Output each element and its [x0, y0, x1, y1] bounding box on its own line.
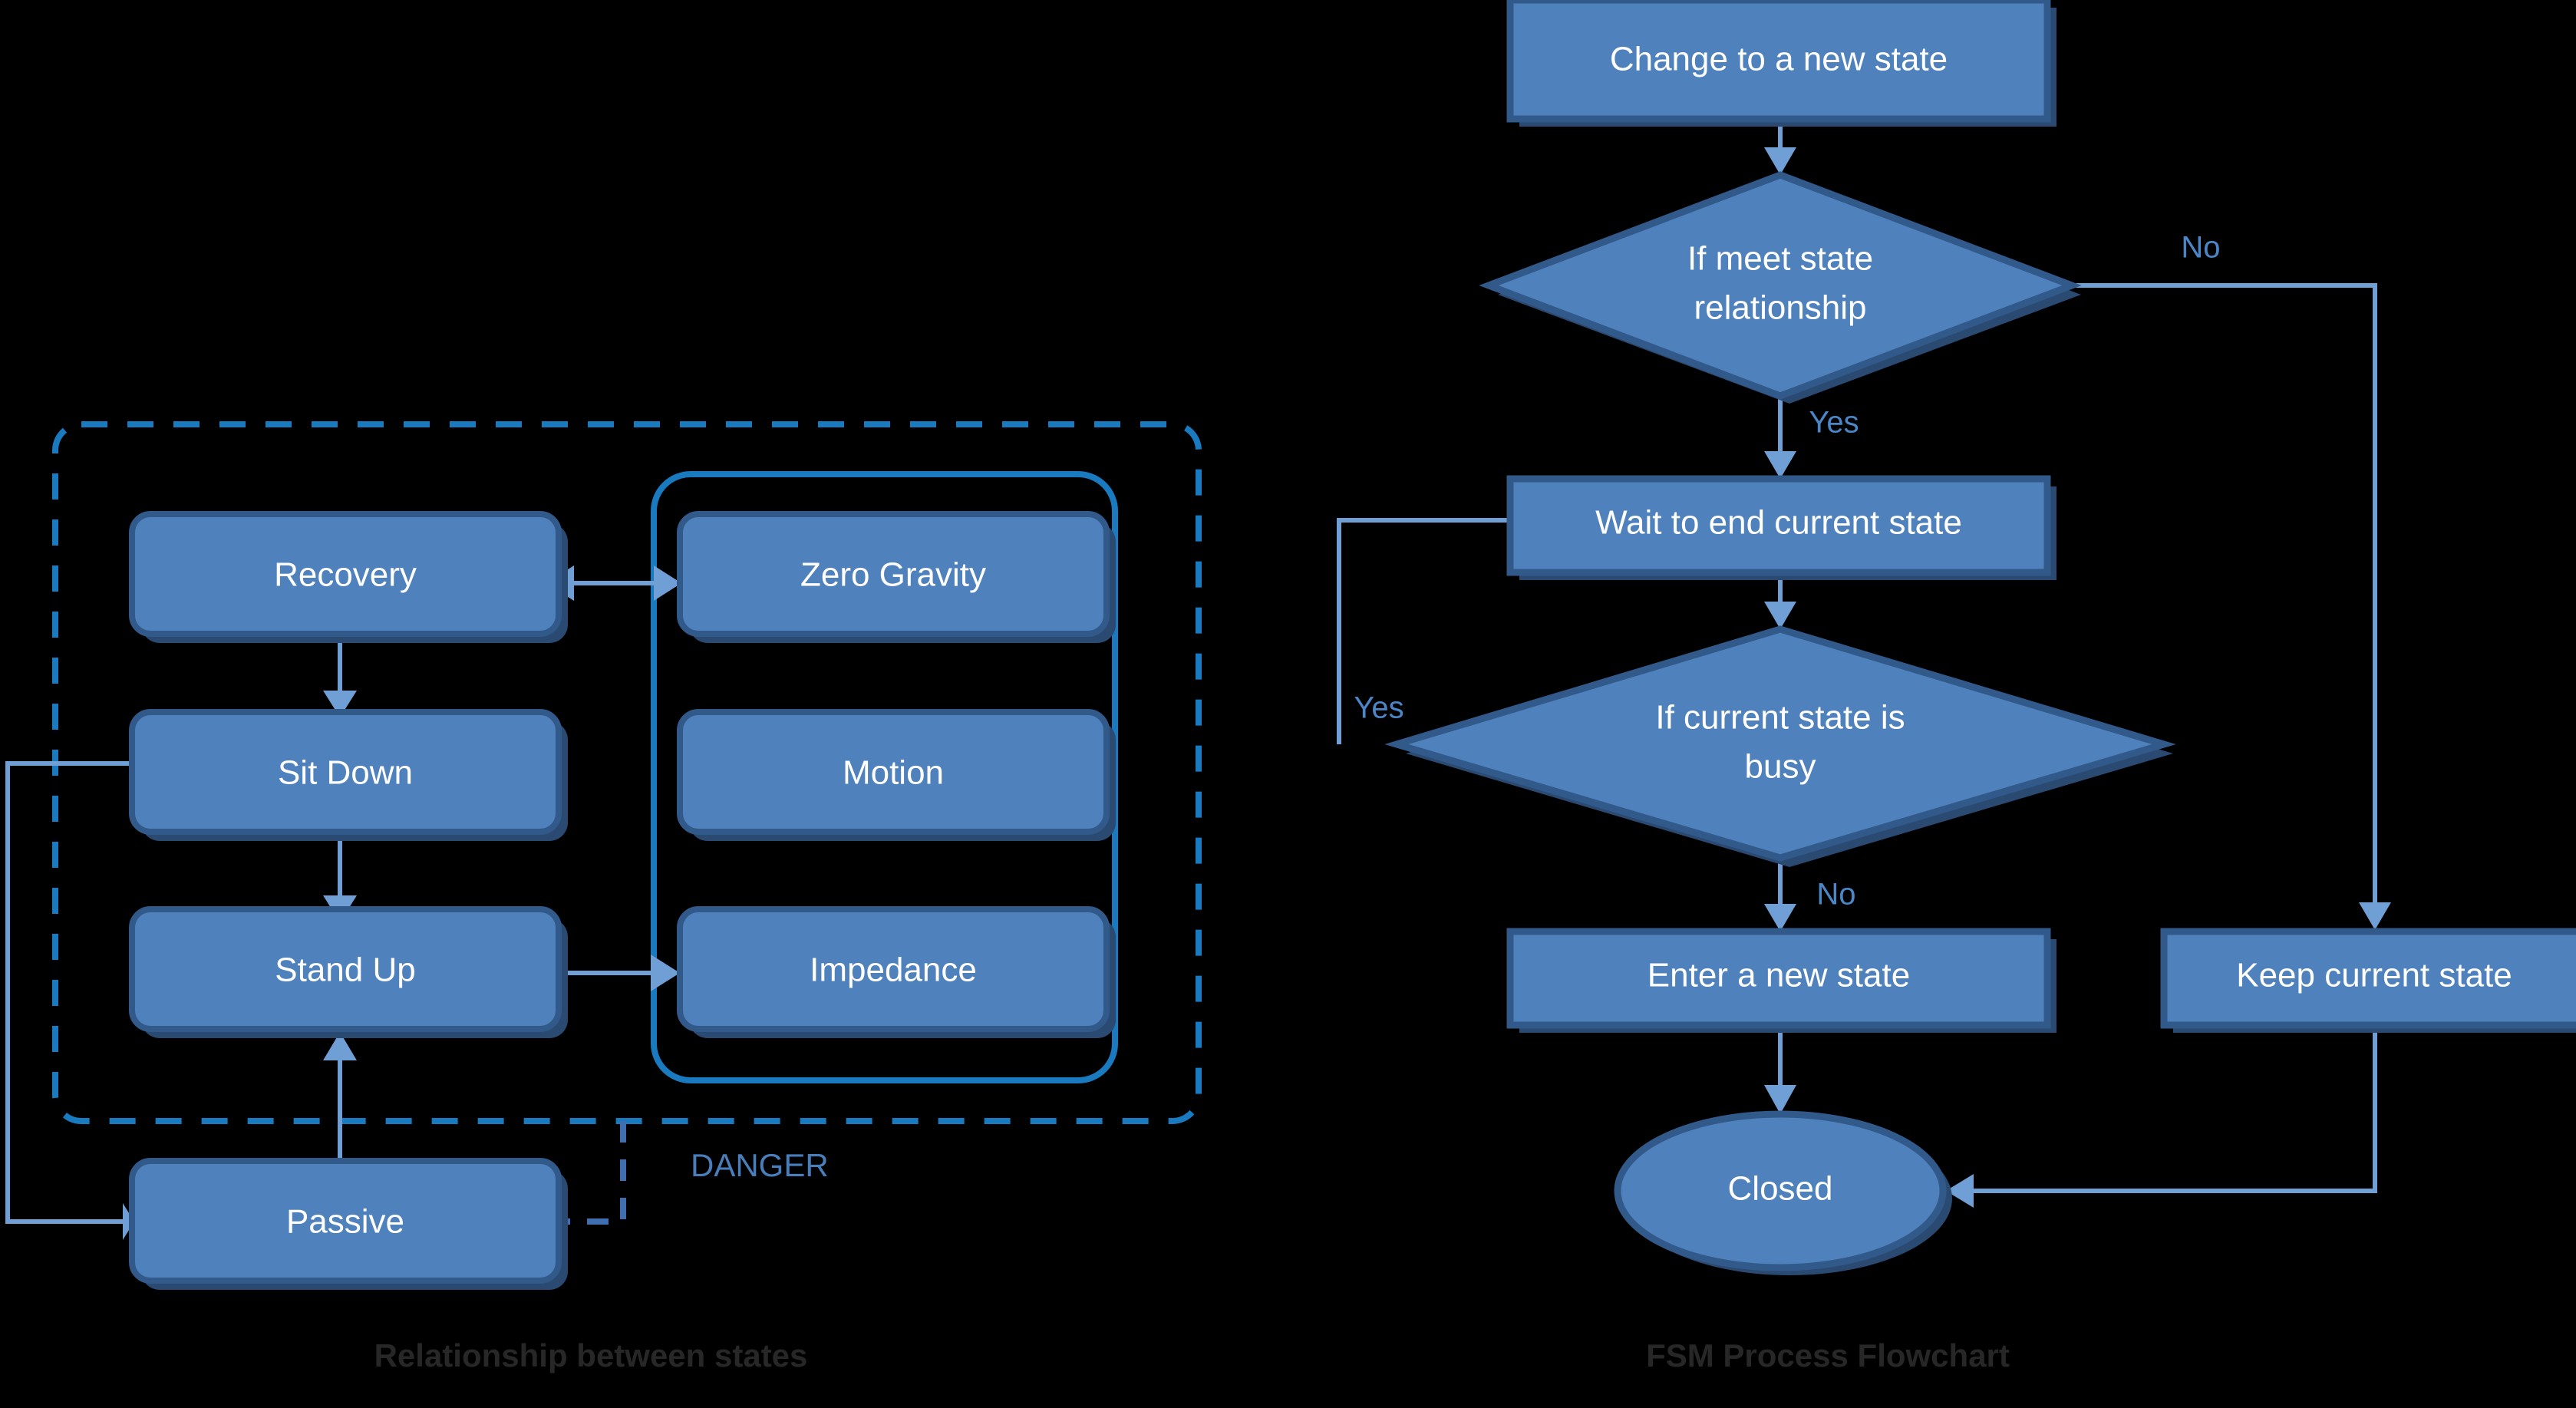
node-impedance-label: Impedance [810, 951, 977, 989]
edge-meet-no-keep: No [2072, 231, 2391, 930]
node-zero-gravity[interactable]: Zero Gravity [677, 511, 1116, 643]
edge-standup-impedance [551, 955, 680, 991]
node-wait-end[interactable]: Wait to end current state [1506, 475, 2057, 580]
node-motion[interactable]: Motion [677, 709, 1116, 841]
relationship-panel: Recovery Sit Down Stand Up Passive Zero … [5, 421, 1202, 1373]
node-sit-down-label: Sit Down [278, 754, 413, 792]
node-zero-gravity-label: Zero Gravity [800, 556, 986, 594]
node-meet-relation-label-line1: If meet state [1687, 240, 1873, 278]
edge-label-yes-meet: Yes [1809, 406, 1859, 440]
node-passive-label: Passive [286, 1203, 404, 1241]
edge-enter-to-closed [1764, 1028, 1796, 1114]
diagram-canvas: Recovery Sit Down Stand Up Passive Zero … [0, 0, 2576, 1408]
node-is-busy-label-line1: If current state is [1655, 699, 1905, 737]
edge-change-to-meet [1764, 119, 1796, 175]
node-stand-up[interactable]: Stand Up [129, 906, 568, 1038]
node-sit-down[interactable]: Sit Down [129, 709, 568, 841]
node-wait-end-label: Wait to end current state [1595, 504, 1962, 542]
left-panel-caption: Relationship between states [374, 1337, 808, 1373]
node-impedance[interactable]: Impedance [677, 906, 1116, 1038]
node-stand-up-label: Stand Up [275, 951, 415, 989]
node-passive[interactable]: Passive [129, 1158, 568, 1290]
node-is-busy-label-line2: busy [1745, 748, 1816, 786]
node-recovery[interactable]: Recovery [129, 511, 568, 643]
node-motion-label: Motion [843, 754, 944, 792]
edge-keep-to-closed [1946, 1028, 2377, 1208]
edge-label-yes-busy: Yes [1354, 691, 1403, 725]
node-keep-state[interactable]: Keep current state [2160, 928, 2576, 1033]
edge-recovery-sitdown [323, 637, 357, 717]
node-recovery-label: Recovery [274, 556, 417, 594]
edge-label-no-meet: No [2181, 231, 2220, 265]
edge-sitdown-passive [5, 761, 134, 1240]
node-enter-state-label: Enter a new state [1648, 957, 1910, 994]
edge-passive-standup [323, 1032, 357, 1161]
node-closed[interactable]: Closed [1614, 1110, 1952, 1275]
node-closed-label: Closed [1728, 1170, 1833, 1208]
fsm-panel: Yes No Yes No Change to a new state If m… [1337, 0, 2576, 1373]
edge-label-no-busy: No [1816, 878, 1855, 912]
node-meet-relation[interactable]: If meet state relationship [1479, 171, 2082, 404]
node-keep-state-label: Keep current state [2236, 957, 2512, 994]
edge-wait-to-busy [1764, 572, 1796, 629]
node-change-state-label: Change to a new state [1610, 41, 1948, 78]
node-is-busy[interactable]: If current state is busy [1384, 625, 2176, 867]
node-enter-state[interactable]: Enter a new state [1506, 928, 2057, 1033]
danger-label: DANGER [691, 1147, 829, 1183]
diagram-svg: Recovery Sit Down Stand Up Passive Zero … [5, 0, 2576, 1373]
right-panel-caption: FSM Process Flowchart [1646, 1337, 2010, 1373]
node-meet-relation-label-line2: relationship [1694, 289, 1866, 327]
node-change-state[interactable]: Change to a new state [1506, 0, 2057, 127]
